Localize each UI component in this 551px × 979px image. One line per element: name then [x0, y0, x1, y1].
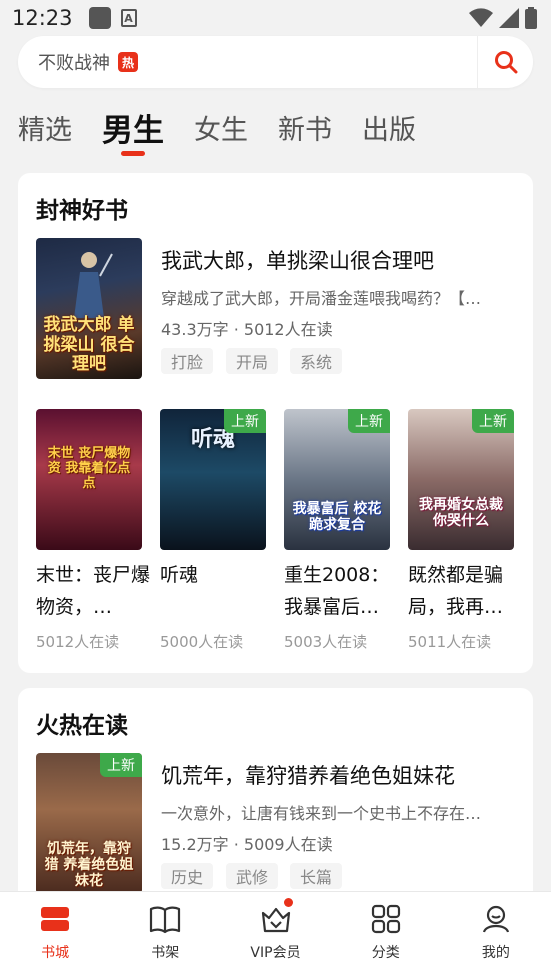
book-title[interactable]: 饥荒年，靠狩猎养着绝色姐妹花 [161, 760, 516, 790]
nav-bookshelf[interactable]: 书架 [110, 892, 220, 979]
nav-label: VIP会员 [250, 945, 301, 961]
section-title: 火热在读 [36, 713, 128, 739]
bottom-navigation: 书城 书架 VIP会员 分类 我的 [0, 891, 551, 979]
nav-label: 分类 [371, 945, 400, 961]
tab-male[interactable]: 男生 [102, 104, 164, 156]
notification-icon [88, 7, 111, 29]
cover-title-text: 我再婚女总裁 你哭什么 [419, 497, 503, 530]
tab-label: 新书 [278, 114, 332, 146]
tab-label: 男生 [102, 112, 164, 149]
book-tag[interactable]: 武修 [226, 863, 279, 889]
book-title[interactable]: 听魂 [160, 559, 276, 623]
signal-icon [499, 8, 519, 28]
nav-label: 书城 [41, 945, 70, 961]
category-tabs: 精选 男生 女生 新书 出版 [18, 104, 416, 156]
book-cover[interactable]: 我暴富后 校花跪求复合 上新 [284, 409, 390, 550]
nav-label: 书架 [151, 945, 180, 961]
section-title: 封神好书 [36, 198, 128, 224]
tab-label: 出版 [362, 114, 416, 146]
tab-featured[interactable]: 精选 [18, 104, 72, 150]
tab-active-indicator [121, 151, 145, 156]
figure-silhouette [74, 252, 113, 318]
status-bar: 12:23 A [0, 0, 551, 36]
book-readers: 5012人在读 [36, 633, 120, 651]
nav-bookstore[interactable]: 书城 [0, 892, 110, 979]
book-readers: 5000人在读 [160, 633, 244, 651]
section-card-hot-reading: 火热在读 饥荒年，靠狩猎 养着绝色姐妹花 上新 饥荒年，靠狩猎养着绝色姐妹花 一… [18, 688, 533, 908]
a-notification-icon: A [120, 9, 137, 27]
wifi-icon [469, 8, 493, 27]
book-description: 一次意外，让唐有钱来到一个史书上不存在… [161, 804, 482, 823]
category-grid-icon [369, 902, 403, 936]
status-time: 12:23 [12, 6, 73, 30]
search-icon [494, 51, 517, 74]
hot-badge: 热 [118, 52, 138, 72]
book-tag[interactable]: 打脸 [161, 348, 214, 374]
tab-label: 女生 [194, 114, 248, 146]
search-suggestion[interactable]: 不败战神 [38, 49, 110, 75]
section-card-recommended: 封神好书 我武大郎 单挑梁山 很合理吧 我武大郎，单挑梁山很合理吧 穿越成了武大… [18, 173, 533, 673]
bookstore-icon [38, 902, 72, 936]
new-badge: 上新 [472, 409, 514, 433]
search-bar[interactable]: 不败战神 热 [18, 36, 533, 88]
nav-vip[interactable]: VIP会员 [220, 892, 330, 979]
book-tag[interactable]: 长篇 [290, 863, 343, 889]
search-button[interactable] [477, 36, 533, 88]
book-description: 穿越成了武大郎，开局潘金莲喂我喝药？【… [161, 289, 482, 308]
nav-category[interactable]: 分类 [331, 892, 441, 979]
nav-label: 我的 [481, 945, 510, 961]
battery-icon [525, 7, 537, 29]
book-cover[interactable]: 听魂 上新 [160, 409, 266, 550]
book-readers: 5011人在读 [408, 633, 492, 651]
cover-title-text: 我武大郎 单挑梁山 很合理吧 [43, 315, 135, 375]
book-cover[interactable]: 我再婚女总裁 你哭什么 上新 [408, 409, 514, 550]
tab-new-books[interactable]: 新书 [278, 104, 332, 150]
tab-label: 精选 [18, 114, 72, 146]
cover-title-text: 饥荒年，靠狩猎 养着绝色姐妹花 [44, 841, 134, 890]
cover-title-text: 末世 丧尸爆物资 我靠着亿点点 [47, 446, 131, 491]
book-tag[interactable]: 历史 [161, 863, 214, 889]
book-title[interactable]: 我武大郎，单挑梁山很合理吧 [161, 245, 516, 275]
book-title[interactable]: 末世：丧尸爆物资，… [36, 559, 152, 623]
tab-female[interactable]: 女生 [194, 104, 248, 150]
book-title[interactable]: 既然都是骗局，我再… [408, 559, 524, 623]
profile-icon [479, 902, 513, 936]
book-cover[interactable]: 饥荒年，靠狩猎 养着绝色姐妹花 上新 [36, 753, 142, 894]
book-meta: 15.2万字 · 5009人在读 [161, 835, 333, 854]
book-cover[interactable]: 末世 丧尸爆物资 我靠着亿点点 [36, 409, 142, 550]
nav-profile[interactable]: 我的 [441, 892, 551, 979]
book-title[interactable]: 重生2008：我暴富后… [284, 559, 400, 623]
new-badge: 上新 [348, 409, 390, 433]
new-badge: 上新 [224, 409, 266, 433]
cover-title-text: 我暴富后 校花跪求复合 [292, 501, 382, 534]
vip-crown-icon [259, 902, 293, 936]
book-tag[interactable]: 开局 [226, 348, 279, 374]
tab-published[interactable]: 出版 [362, 104, 416, 150]
book-meta: 43.3万字 · 5012人在读 [161, 320, 333, 339]
book-readers: 5003人在读 [284, 633, 368, 651]
book-cover[interactable]: 我武大郎 单挑梁山 很合理吧 [36, 238, 142, 379]
book-tag[interactable]: 系统 [290, 348, 343, 374]
bookshelf-icon [148, 902, 182, 936]
new-badge: 上新 [100, 753, 142, 777]
